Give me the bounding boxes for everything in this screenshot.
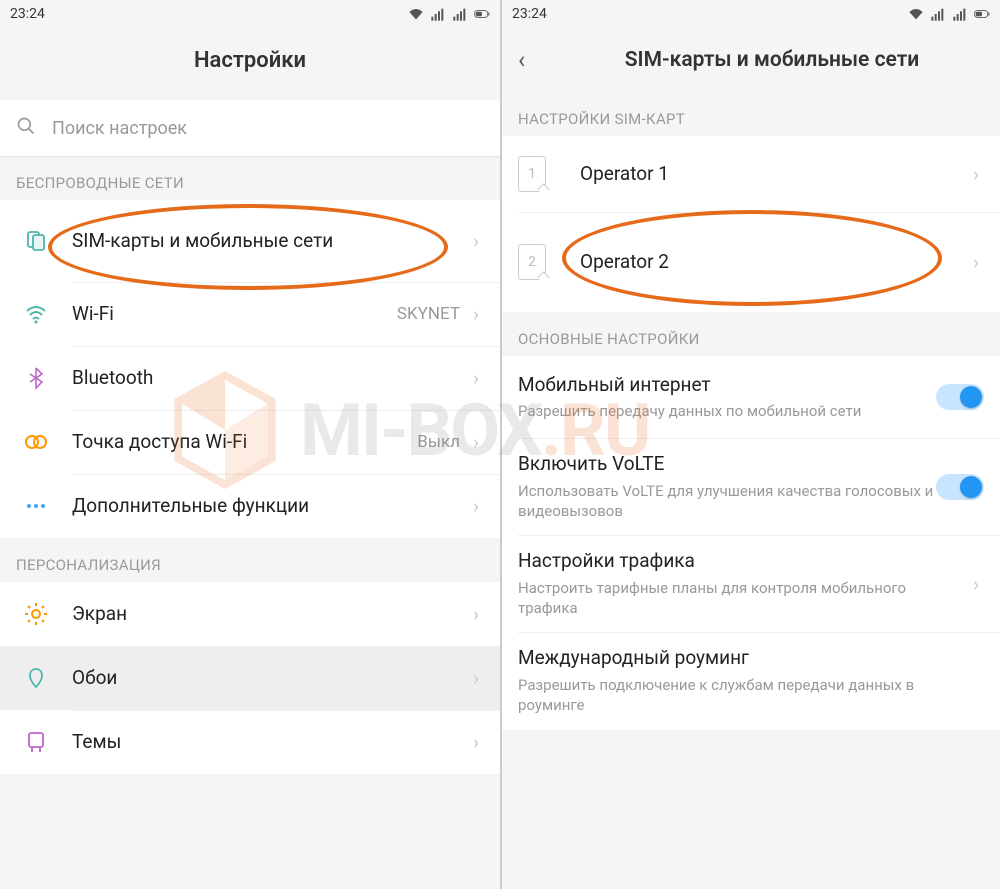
chevron-right-icon: ›	[968, 572, 984, 596]
settings-screen: 23:24 Настройки Поиск настроек БЕСПРОВОД…	[0, 0, 500, 889]
more-icon	[16, 494, 56, 518]
search-icon	[16, 116, 36, 140]
item-themes[interactable]: Темы ›	[0, 710, 500, 774]
item-label: Включить VoLTE	[518, 452, 936, 477]
page-title: SIM-карты и мобильные сети	[625, 48, 920, 72]
section-personalization: ПЕРСОНАЛИЗАЦИЯ	[0, 538, 500, 582]
status-icons	[908, 6, 990, 22]
wifi-icon	[908, 6, 924, 22]
search-bar[interactable]: Поиск настроек	[0, 100, 500, 156]
item-sublabel: Разрешить передачу данных по мобильной с…	[518, 401, 936, 421]
status-bar: 23:24	[502, 0, 1000, 28]
sim-settings-screen: 23:24 ‹ SIM-карты и мобильные сети НАСТР…	[500, 0, 1000, 889]
sim-card-icon: 2	[518, 244, 558, 280]
status-bar: 23:24	[0, 0, 500, 28]
chevron-right-icon: ›	[968, 250, 984, 274]
chevron-right-icon: ›	[468, 666, 484, 690]
item-label: Обои	[72, 666, 468, 691]
signal-icon-2	[952, 6, 968, 22]
item-label: Дополнительные функции	[72, 494, 468, 519]
item-hotspot[interactable]: Точка доступа Wi-Fi Выкл ›	[0, 410, 500, 474]
hotspot-icon	[16, 430, 56, 454]
toggle-mobile-data[interactable]	[936, 384, 984, 410]
item-label: Operator 2	[580, 250, 968, 275]
item-value: Выкл	[417, 432, 460, 452]
brightness-icon	[16, 602, 56, 626]
wallpaper-icon	[16, 666, 56, 690]
themes-icon	[16, 730, 56, 754]
item-sublabel: Использовать VoLTE для улучшения качеств…	[518, 481, 936, 522]
item-label: Bluetooth	[72, 366, 468, 391]
chevron-right-icon: ›	[468, 430, 484, 454]
signal-icon-2	[452, 6, 468, 22]
item-label: Мобильный интернет	[518, 373, 936, 398]
chevron-right-icon: ›	[468, 229, 484, 253]
wifi-icon	[408, 6, 424, 22]
item-label: Международный роуминг	[518, 646, 984, 671]
chevron-right-icon: ›	[468, 494, 484, 518]
item-mobile-data[interactable]: Мобильный интернет Разрешить передачу да…	[502, 356, 1000, 438]
signal-icon	[430, 6, 446, 22]
chevron-right-icon: ›	[968, 162, 984, 186]
item-bluetooth[interactable]: Bluetooth ›	[0, 346, 500, 410]
item-label: Настройки трафика	[518, 549, 968, 574]
item-wallpaper[interactable]: Обои ›	[0, 646, 500, 710]
item-label: Экран	[72, 602, 468, 627]
battery-icon	[474, 6, 490, 22]
item-roaming[interactable]: Международный роуминг Разрешить подключе…	[502, 632, 1000, 729]
item-more[interactable]: Дополнительные функции ›	[0, 474, 500, 538]
item-display[interactable]: Экран ›	[0, 582, 500, 646]
page-title: Настройки	[194, 48, 306, 73]
item-label: Точка доступа Wi-Fi	[72, 430, 417, 455]
back-button[interactable]: ‹	[518, 46, 525, 74]
status-icons	[408, 6, 490, 22]
chevron-right-icon: ›	[468, 602, 484, 626]
item-sublabel: Настроить тарифные планы для контроля мо…	[518, 578, 968, 619]
section-main: ОСНОВНЫЕ НАСТРОЙКИ	[502, 312, 1000, 356]
item-label: Темы	[72, 730, 468, 755]
wifi-icon	[16, 302, 56, 326]
item-value: SKYNET	[397, 304, 460, 324]
section-sim: НАСТРОЙКИ SIM-КАРТ	[502, 92, 1000, 136]
item-sim-cards[interactable]: SIM-карты и мобильные сети ›	[0, 200, 500, 282]
item-volte[interactable]: Включить VoLTE Использовать VoLTE для ул…	[502, 438, 1000, 535]
sim-dual-icon	[16, 229, 56, 253]
search-placeholder: Поиск настроек	[52, 118, 187, 139]
item-label: SIM-карты и мобильные сети	[72, 229, 468, 254]
section-wireless: БЕСПРОВОДНЫЕ СЕТИ	[0, 156, 500, 200]
header: ‹ SIM-карты и мобильные сети	[502, 28, 1000, 92]
bluetooth-icon	[16, 366, 56, 390]
item-wifi[interactable]: Wi-Fi SKYNET ›	[0, 282, 500, 346]
item-label: Operator 1	[580, 162, 968, 187]
sim-card-icon: 1	[518, 156, 558, 192]
item-traffic[interactable]: Настройки трафика Настроить тарифные пла…	[502, 535, 1000, 632]
header: Настройки	[0, 28, 500, 92]
battery-icon	[974, 6, 990, 22]
status-time: 23:24	[10, 6, 45, 22]
chevron-right-icon: ›	[468, 730, 484, 754]
toggle-volte[interactable]	[936, 474, 984, 500]
item-sim2[interactable]: 2 Operator 2 ›	[502, 212, 1000, 312]
signal-icon	[930, 6, 946, 22]
item-sim1[interactable]: 1 Operator 1 ›	[502, 136, 1000, 212]
item-sublabel: Разрешить подключение к службам передачи…	[518, 675, 984, 716]
item-label: Wi-Fi	[72, 302, 397, 327]
status-time: 23:24	[512, 6, 547, 22]
chevron-right-icon: ›	[468, 302, 484, 326]
chevron-right-icon: ›	[468, 366, 484, 390]
